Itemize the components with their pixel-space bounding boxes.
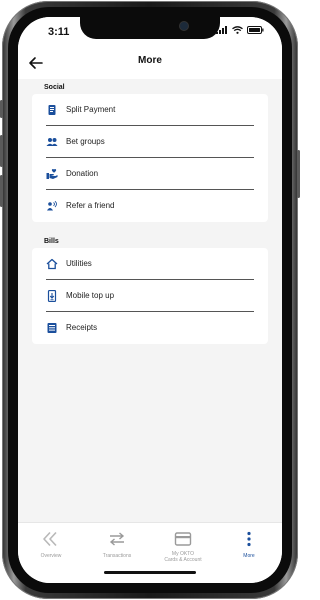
refer-icon — [47, 200, 57, 211]
volume-down-button — [0, 175, 3, 207]
signal-icon — [216, 26, 227, 34]
section-title-bills: Bills — [44, 238, 59, 245]
volume-up-button — [0, 135, 3, 167]
nav-label: Transactions — [102, 553, 132, 559]
menu-item-utilities[interactable]: Utilities — [32, 248, 268, 280]
nav-more[interactable]: More — [216, 523, 282, 573]
menu-item-label: Bet groups — [66, 137, 105, 146]
menu-item-mobile-top-up[interactable]: Mobile top up — [32, 280, 268, 312]
status-bar: 3:11 — [18, 17, 282, 47]
transactions-icon — [109, 532, 125, 546]
menu-item-label: Refer a friend — [66, 201, 115, 210]
donation-icon — [46, 169, 58, 179]
menu-item-receipts[interactable]: Receipts — [32, 312, 268, 344]
battery-icon — [247, 26, 264, 34]
nav-label: Overview — [40, 553, 62, 559]
status-icons — [216, 26, 264, 34]
home-indicator — [104, 571, 196, 574]
card-icon — [174, 532, 192, 546]
split-payment-icon — [48, 105, 56, 115]
side-button — [0, 100, 3, 118]
menu-item-bet-groups[interactable]: Bet groups — [32, 126, 268, 158]
menu-item-label: Split Payment — [66, 105, 116, 114]
menu-item-label: Utilities — [66, 259, 92, 268]
nav-label-line2: Cards & Account — [164, 557, 202, 563]
menu-item-split-payment[interactable]: Split Payment — [32, 94, 268, 126]
home-icon — [46, 258, 58, 270]
section-title-social: Social — [44, 84, 65, 91]
menu-item-label: Mobile top up — [66, 291, 115, 300]
mobile-icon — [47, 290, 57, 302]
nav-overview[interactable]: Overview — [18, 523, 84, 573]
group-icon — [46, 138, 58, 146]
app-header: More — [18, 47, 282, 79]
notch — [80, 17, 220, 39]
power-button — [297, 150, 300, 198]
receipt-icon — [47, 323, 57, 333]
menu-item-label: Donation — [66, 169, 99, 178]
status-time: 3:11 — [48, 26, 70, 38]
nav-label: More — [243, 553, 255, 559]
menu-item-refer-a-friend[interactable]: Refer a friend — [32, 190, 268, 222]
nav-cards-account[interactable]: My OKTO Cards & Account — [150, 523, 216, 573]
nav-transactions[interactable]: Transactions — [84, 523, 150, 573]
menu-item-donation[interactable]: Donation — [32, 158, 268, 190]
menu-item-label: Receipts — [66, 323, 98, 332]
camera — [180, 22, 188, 30]
bills-card: Utilities Mobile top up Receipts — [32, 248, 268, 344]
overview-icon — [43, 531, 57, 547]
screen: 3:11 More Social Split Payment Bet group… — [18, 17, 282, 583]
wifi-icon — [232, 26, 243, 34]
page-title: More — [138, 55, 162, 66]
more-vertical-icon — [247, 531, 251, 547]
social-card: Split Payment Bet groups Donation Refer … — [32, 94, 268, 222]
nav-label: My OKTO Cards & Account — [150, 551, 216, 563]
